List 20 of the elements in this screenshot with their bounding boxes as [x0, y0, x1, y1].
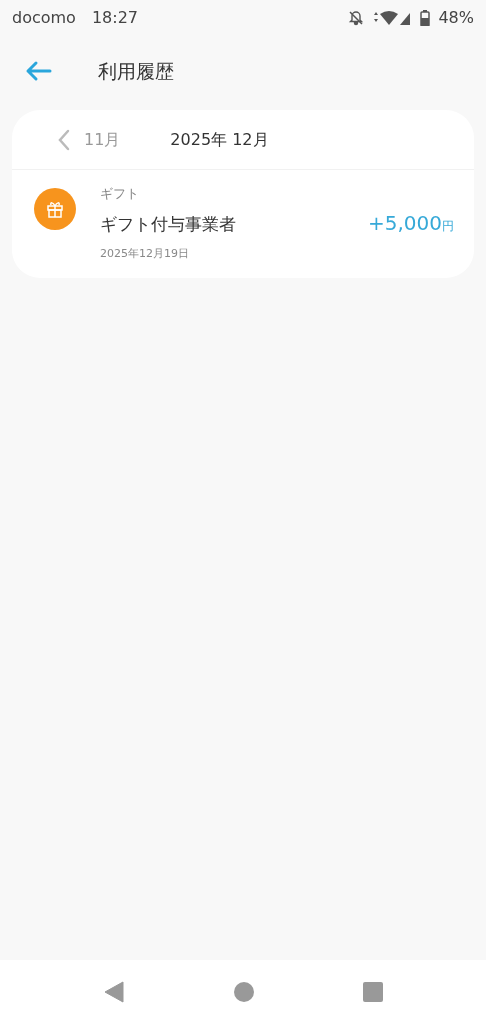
home-icon[interactable] — [234, 982, 254, 1002]
transaction-amount: +5,000 — [368, 209, 442, 237]
merchant-name: ギフト付与事業者 — [100, 212, 236, 236]
back-arrow-icon[interactable] — [24, 60, 52, 82]
gift-icon — [34, 188, 76, 230]
clock: 18:27 — [91, 7, 138, 29]
page-title: 利用履歴 — [98, 58, 174, 84]
currency-unit: 円 — [442, 217, 454, 235]
transaction-category: ギフト — [100, 185, 140, 203]
carrier-name: docomo — [12, 7, 76, 29]
chevron-left-icon[interactable] — [58, 128, 70, 151]
transaction-date: 2025年12月19日 — [100, 245, 190, 262]
current-month: 2025年 12月 — [170, 128, 269, 151]
notifications-off-icon — [348, 10, 365, 26]
battery-icon — [420, 10, 431, 26]
recents-icon[interactable] — [363, 982, 384, 1002]
signal-icon — [372, 10, 413, 26]
battery-percentage: 48% — [438, 7, 474, 29]
previous-month-link[interactable]: 11月 — [84, 127, 121, 152]
back-icon[interactable] — [102, 981, 125, 1003]
